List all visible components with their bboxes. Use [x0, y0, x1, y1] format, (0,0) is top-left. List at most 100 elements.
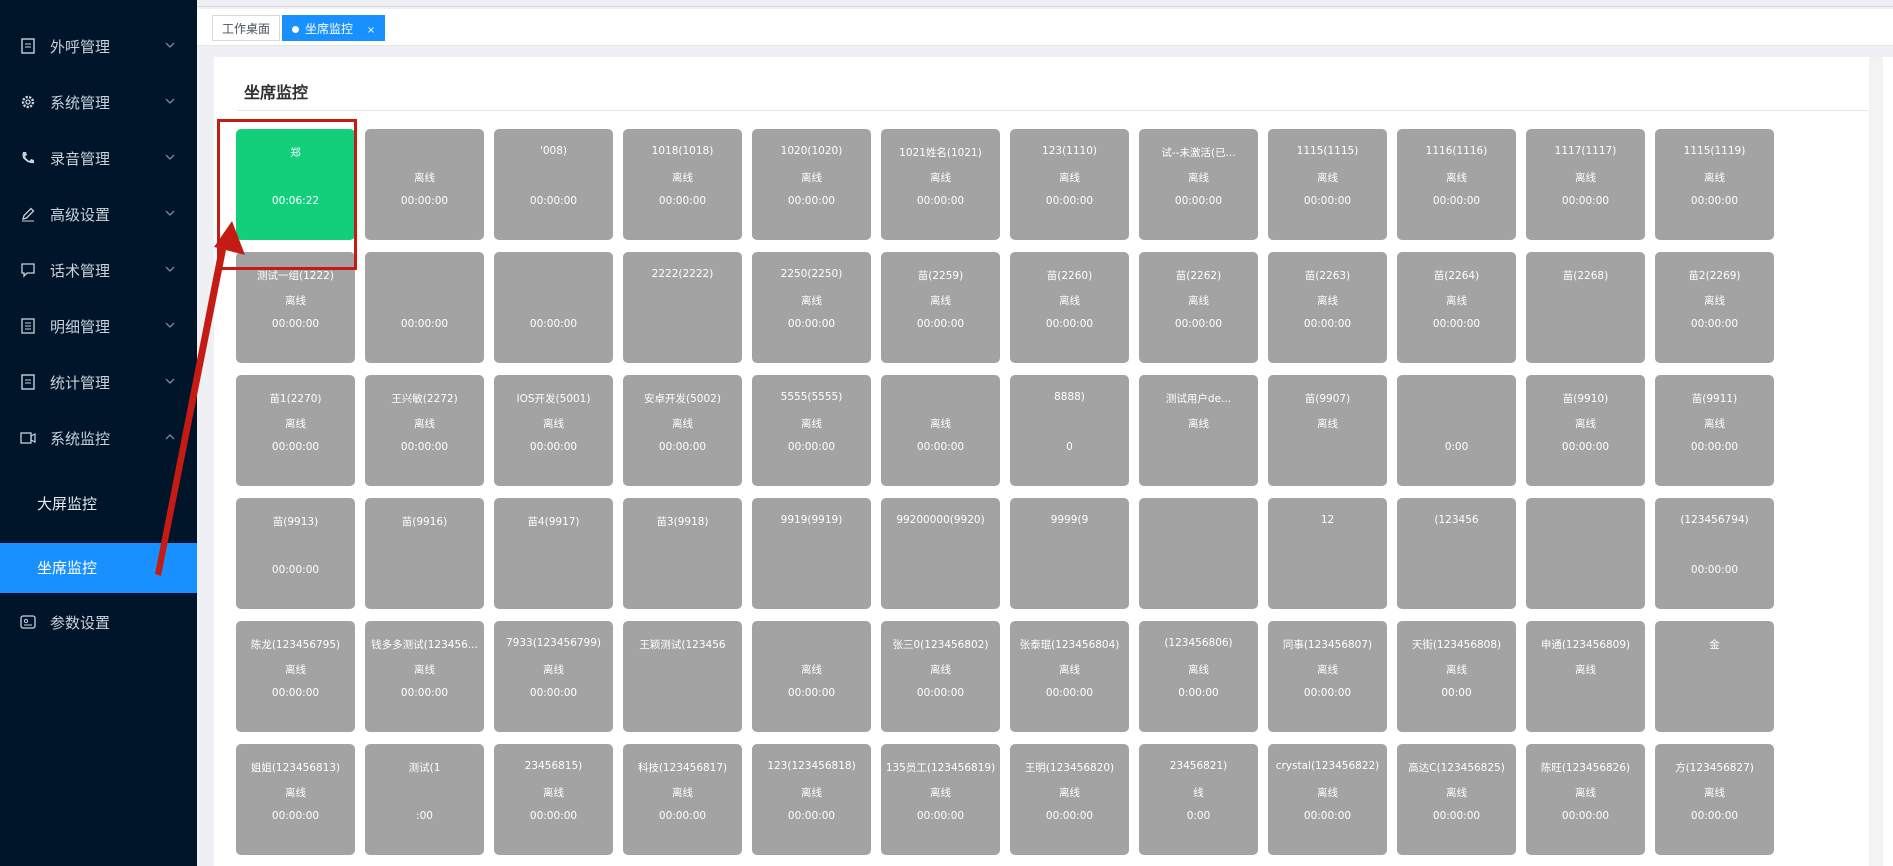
agent-card[interactable]: 苗(2259) 离线 00:00:00 [881, 252, 1000, 363]
menu-detail[interactable]: 明细管理 [0, 304, 197, 348]
agent-card[interactable]: 1020(1020) 离线 00:00:00 [752, 129, 871, 240]
agent-card[interactable]: 钱多多测试(123456... 离线 00:00:00 [365, 621, 484, 732]
agent-card[interactable]: 科技(123456817) 离线 00:00:00 [623, 744, 742, 855]
agent-card[interactable]: 姐姐(123456813) 离线 00:00:00 [236, 744, 355, 855]
tab-workspace[interactable]: 工作桌面 [212, 15, 281, 41]
agent-card[interactable]: 陈旺(123456826) 离线 00:00:00 [1526, 744, 1645, 855]
agent-card[interactable]: 9919(9919) [752, 498, 871, 609]
agent-card[interactable]: IOS开发(5001) 离线 00:00:00 [494, 375, 613, 486]
agent-duration: 00:00:00 [529, 441, 578, 453]
agent-card[interactable]: 99200000(9920) [881, 498, 1000, 609]
agent-card[interactable]: 王颖测试(123456 [623, 621, 742, 732]
agent-card[interactable]: 苗(2263) 离线 00:00:00 [1268, 252, 1387, 363]
agent-status: 离线 [1188, 664, 1209, 676]
close-icon[interactable]: × [367, 25, 375, 36]
agent-card[interactable]: 5555(5555) 离线 00:00:00 [752, 375, 871, 486]
agent-card[interactable]: 1021姓名(1021) 离线 00:00:00 [881, 129, 1000, 240]
agent-card[interactable]: 1115(1119) 离线 00:00:00 [1655, 129, 1774, 240]
agent-card[interactable]: 00:00:00 [494, 252, 613, 363]
agent-name: 1020(1020) [780, 145, 843, 157]
agent-card[interactable]: 1117(1117) 离线 00:00:00 [1526, 129, 1645, 240]
agent-card[interactable]: 苗2(2269) 离线 00:00:00 [1655, 252, 1774, 363]
agent-card[interactable]: 苗1(2270) 离线 00:00:00 [236, 375, 355, 486]
agent-card[interactable]: 张泰琨(123456804) 离线 00:00:00 [1010, 621, 1129, 732]
agent-card[interactable]: (123456806) 离线 0:00:00 [1139, 621, 1258, 732]
agent-card[interactable]: 苗3(9918) [623, 498, 742, 609]
agent-card[interactable]: 苗(9911) 离线 00:00:00 [1655, 375, 1774, 486]
agent-card[interactable]: 0:00 [1397, 375, 1516, 486]
agent-card[interactable] [1526, 498, 1645, 609]
agent-card[interactable]: (123456 [1397, 498, 1516, 609]
agent-card[interactable]: 苗(2262) 离线 00:00:00 [1139, 252, 1258, 363]
agent-card[interactable]: 离线 00:00:00 [365, 129, 484, 240]
agent-card[interactable]: 23456815) 离线 00:00:00 [494, 744, 613, 855]
agent-card[interactable]: 7933(123456799) 离线 00:00:00 [494, 621, 613, 732]
menu-system[interactable]: 系统管理 [0, 80, 197, 124]
agent-status: 离线 [1446, 664, 1467, 676]
agent-card[interactable]: 00:00:00 [365, 252, 484, 363]
agent-card[interactable]: 23456821) 线 0:00 [1139, 744, 1258, 855]
agent-card[interactable]: '008) 00:00:00 [494, 129, 613, 240]
agent-card[interactable]: 苗(2260) 离线 00:00:00 [1010, 252, 1129, 363]
agent-card[interactable]: 同事(123456807) 离线 00:00:00 [1268, 621, 1387, 732]
agent-card[interactable]: 苗(2264) 离线 00:00:00 [1397, 252, 1516, 363]
tab-agent-monitor[interactable]: 坐席监控 × [282, 15, 386, 41]
submenu-agent-monitor[interactable]: 坐席监控 [0, 543, 197, 593]
agent-card[interactable]: 123(123456818) 离线 00:00:00 [752, 744, 871, 855]
agent-card[interactable]: 8888) 0 [1010, 375, 1129, 486]
agent-card[interactable]: 申通(123456809) 离线 [1526, 621, 1645, 732]
agent-duration: 0 [1066, 441, 1073, 453]
submenu-bigscreen[interactable]: 大屏监控 [0, 479, 197, 529]
agent-card[interactable]: 苗(9913) 00:00:00 [236, 498, 355, 609]
agent-card[interactable]: 123(1110) 离线 00:00:00 [1010, 129, 1129, 240]
agent-card[interactable]: 金 [1655, 621, 1774, 732]
agent-status: 离线 [285, 295, 306, 307]
menu-params[interactable]: 参数设置 [0, 600, 197, 644]
agent-name: IOS开发(5001) [516, 393, 591, 405]
agent-card[interactable]: 苗(2268) [1526, 252, 1645, 363]
agent-card[interactable]: (123456794) 00:00:00 [1655, 498, 1774, 609]
agent-duration: 00:00:00 [916, 441, 965, 453]
agent-card[interactable] [1139, 498, 1258, 609]
agent-card[interactable]: 2222(2222) [623, 252, 742, 363]
menu-recording[interactable]: 录音管理 [0, 136, 197, 180]
agent-status: 离线 [930, 418, 951, 430]
agent-name: 张三0(123456802) [892, 639, 989, 651]
agent-card[interactable]: 离线 00:00:00 [881, 375, 1000, 486]
agent-name: 苗(2268) [1562, 270, 1609, 282]
agent-card[interactable]: 1018(1018) 离线 00:00:00 [623, 129, 742, 240]
menu-statistics[interactable]: 统计管理 [0, 360, 197, 404]
agent-name: 苗(2259) [917, 270, 964, 282]
agent-card[interactable]: 135员工(123456819) 离线 00:00:00 [881, 744, 1000, 855]
agent-card[interactable]: 1115(1115) 离线 00:00:00 [1268, 129, 1387, 240]
agent-card[interactable]: 天街(123456808) 离线 00:00 [1397, 621, 1516, 732]
scrollbar[interactable] [1869, 57, 1883, 866]
menu-monitor[interactable]: 系统监控 [0, 416, 197, 460]
agent-card[interactable]: 12 [1268, 498, 1387, 609]
agent-card[interactable]: 苗4(9917) [494, 498, 613, 609]
agent-card[interactable]: 苗(9910) 离线 00:00:00 [1526, 375, 1645, 486]
agent-duration: 00:00:00 [658, 810, 707, 822]
agent-card[interactable]: 高达C(123456825) 离线 00:00:00 [1397, 744, 1516, 855]
agent-card[interactable]: 测试用户de... 离线 [1139, 375, 1258, 486]
agent-card[interactable]: 测试(1:00 [365, 744, 484, 855]
menu-script[interactable]: 话术管理 [0, 248, 197, 292]
agent-card[interactable]: 张三0(123456802) 离线 00:00:00 [881, 621, 1000, 732]
agent-card[interactable]: 王兴敏(2272) 离线 00:00:00 [365, 375, 484, 486]
agent-card[interactable]: 试--未激活(已... 离线 00:00:00 [1139, 129, 1258, 240]
agent-card[interactable]: 方(123456827) 离线 00:00:00 [1655, 744, 1774, 855]
agent-card[interactable]: 苗(9907) 离线 [1268, 375, 1387, 486]
agent-card[interactable]: 安卓开发(5002) 离线 00:00:00 [623, 375, 742, 486]
agent-card[interactable]: 9999(9 [1010, 498, 1129, 609]
agent-card[interactable]: 2250(2250) 离线 00:00:00 [752, 252, 871, 363]
menu-label: 话术管理 [50, 262, 111, 280]
agent-card[interactable]: crystal(123456822) 离线 00:00:00 [1268, 744, 1387, 855]
agent-card[interactable]: 1116(1116) 离线 00:00:00 [1397, 129, 1516, 240]
agent-card[interactable]: 离线 00:00:00 [752, 621, 871, 732]
agent-card[interactable]: 王明(123456820) 离线 00:00:00 [1010, 744, 1129, 855]
agent-card[interactable]: 陈龙(123456795) 离线 00:00:00 [236, 621, 355, 732]
agent-card[interactable]: 苗(9916) [365, 498, 484, 609]
menu-outbound[interactable]: 外呼管理 [0, 24, 197, 68]
agent-name: 1018(1018) [651, 145, 714, 157]
menu-advanced[interactable]: 高级设置 [0, 192, 197, 236]
